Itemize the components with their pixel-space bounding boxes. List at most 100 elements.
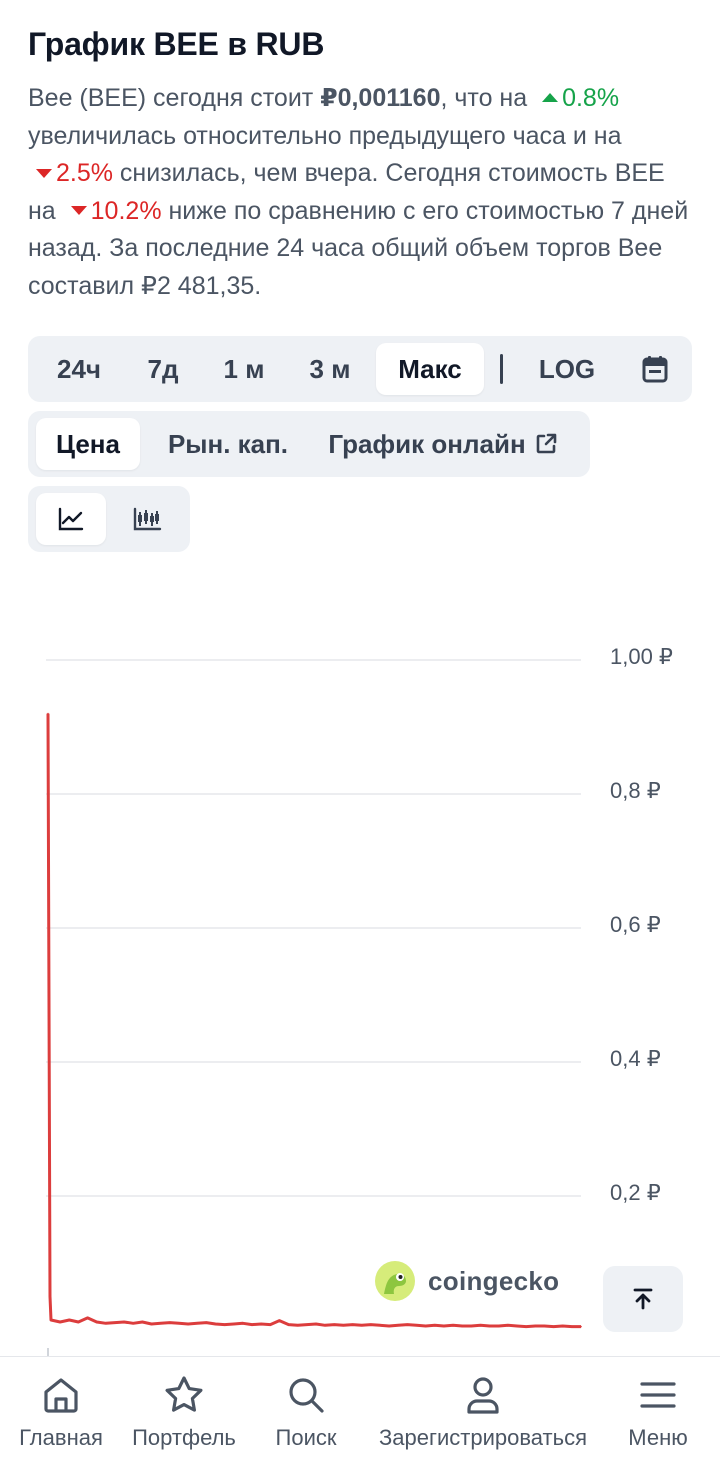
nav-portfolio[interactable]: Портфель bbox=[124, 1357, 244, 1467]
live-chart-label: График онлайн bbox=[328, 428, 526, 459]
arrow-up-to-top-icon bbox=[633, 1288, 653, 1310]
price-point bbox=[360, 1324, 363, 1327]
price-point bbox=[233, 1323, 235, 1325]
home-icon bbox=[44, 1378, 78, 1413]
tab-price[interactable]: Цена bbox=[36, 418, 140, 470]
current-price: ₽0,001160 bbox=[320, 84, 441, 112]
price-point bbox=[49, 1295, 51, 1298]
hour-change-badge: 0.8% bbox=[534, 84, 619, 112]
candlestick-icon bbox=[133, 507, 162, 531]
price-point bbox=[379, 1324, 381, 1327]
metric-tabs: Цена Рын. кап. График онлайн bbox=[28, 411, 590, 477]
price-point bbox=[251, 1323, 253, 1326]
price-point bbox=[141, 1321, 144, 1323]
price-point bbox=[178, 1322, 180, 1325]
nav-portfolio-label: Портфель bbox=[132, 1425, 236, 1450]
price-point bbox=[443, 1325, 445, 1327]
week-change-badge: 10.2% bbox=[63, 197, 162, 225]
price-point bbox=[105, 1322, 107, 1325]
price-point bbox=[452, 1324, 454, 1327]
price-point bbox=[388, 1325, 390, 1327]
candlestick-chart-button[interactable] bbox=[112, 493, 182, 545]
date-picker-button[interactable] bbox=[628, 343, 682, 395]
price-point bbox=[287, 1323, 290, 1326]
price-point bbox=[214, 1323, 217, 1325]
price-point bbox=[534, 1325, 537, 1327]
nav-home-label: Главная bbox=[19, 1425, 103, 1450]
price-point bbox=[434, 1324, 436, 1327]
y-tick-label: 0,8 ₽ bbox=[610, 778, 661, 803]
nav-menu-label: Меню bbox=[628, 1425, 688, 1450]
log-scale-toggle[interactable]: LOG bbox=[522, 343, 612, 395]
day-change-badge: 2.5% bbox=[28, 159, 113, 187]
caret-down-icon bbox=[70, 206, 87, 216]
price-point bbox=[114, 1321, 116, 1324]
price-point bbox=[205, 1321, 208, 1324]
price-point bbox=[470, 1325, 473, 1327]
price-point bbox=[406, 1323, 409, 1326]
coingecko-watermark: coingecko bbox=[374, 1259, 559, 1303]
scroll-to-top-button[interactable] bbox=[603, 1266, 683, 1332]
price-point bbox=[278, 1319, 281, 1322]
price-point bbox=[150, 1323, 153, 1325]
caret-up-icon bbox=[542, 92, 559, 102]
external-link-icon bbox=[536, 433, 556, 454]
price-point bbox=[580, 1325, 582, 1328]
price-point bbox=[315, 1323, 317, 1325]
bottom-nav: Главная Портфель Поиск Зарегистрироватьс… bbox=[0, 1356, 720, 1467]
line-chart-button[interactable] bbox=[36, 493, 106, 545]
price-point bbox=[306, 1323, 308, 1326]
nav-home[interactable]: Главная bbox=[12, 1357, 110, 1467]
nav-search-label: Поиск bbox=[275, 1425, 337, 1450]
price-point bbox=[525, 1325, 527, 1328]
range-tab-max[interactable]: Макс bbox=[376, 343, 484, 395]
y-tick-label: 0,2 ₽ bbox=[610, 1180, 661, 1205]
day-change-value: 2.5% bbox=[56, 159, 113, 187]
nav-register-label: Зарегистрироваться bbox=[378, 1425, 588, 1450]
price-point bbox=[47, 712, 49, 715]
price-point bbox=[68, 1319, 71, 1321]
week-change-value: 10.2% bbox=[90, 196, 162, 225]
price-point bbox=[123, 1321, 125, 1323]
nav-search[interactable]: Поиск bbox=[262, 1357, 350, 1467]
price-point bbox=[424, 1325, 427, 1327]
price-point bbox=[507, 1324, 509, 1327]
page-title: График BEE в RUB bbox=[28, 26, 325, 62]
price-point bbox=[159, 1322, 162, 1325]
summary-text: Bee (BEE) сегодня стоит bbox=[28, 84, 321, 112]
nav-menu[interactable]: Меню bbox=[616, 1357, 700, 1467]
price-point bbox=[132, 1322, 134, 1325]
range-tab-1m[interactable]: 1 м bbox=[204, 343, 284, 395]
price-point bbox=[50, 1319, 52, 1321]
price-point bbox=[561, 1325, 564, 1327]
price-point bbox=[488, 1325, 491, 1327]
y-tick-label: 1,00 ₽ bbox=[610, 644, 673, 669]
hour-change-value: 0.8% bbox=[562, 84, 620, 112]
caret-down-icon bbox=[36, 168, 52, 178]
user-icon bbox=[467, 1377, 499, 1414]
price-point bbox=[370, 1323, 372, 1326]
price-point bbox=[169, 1321, 171, 1324]
calendar-icon bbox=[642, 356, 668, 383]
price-point bbox=[397, 1324, 400, 1327]
coingecko-logo bbox=[375, 1261, 415, 1301]
range-tab-24h[interactable]: 24ч bbox=[36, 343, 122, 395]
nav-register[interactable]: Зарегистрироваться bbox=[364, 1357, 602, 1467]
price-point bbox=[333, 1323, 336, 1326]
tabs-divider bbox=[500, 354, 503, 384]
line-chart-icon bbox=[58, 507, 84, 531]
price-point bbox=[552, 1325, 555, 1328]
price-point bbox=[296, 1324, 299, 1327]
price-point bbox=[260, 1323, 263, 1325]
range-tab-3m[interactable]: 3 м bbox=[288, 343, 372, 395]
price-point bbox=[86, 1317, 89, 1319]
tab-market-cap[interactable]: Рын. кап. bbox=[150, 418, 306, 470]
range-tab-7d[interactable]: 7д bbox=[126, 343, 200, 395]
price-point bbox=[415, 1324, 418, 1327]
coin-chart-page: График BEE в RUB Bee (BEE) сегодня стоит… bbox=[0, 0, 720, 1467]
summary-text: увеличилась относительно предыдущего час… bbox=[28, 121, 622, 150]
price-chart[interactable]: 1,00 ₽ 0,8 ₽ 0,6 ₽ 0,4 ₽ 0,2 ₽ bbox=[0, 600, 720, 1360]
tab-live-chart[interactable]: График онлайн bbox=[318, 418, 568, 470]
price-summary: Bee (BEE) сегодня стоит ₽0,001160, что н… bbox=[28, 80, 698, 305]
chart-type-tabs bbox=[28, 486, 190, 552]
